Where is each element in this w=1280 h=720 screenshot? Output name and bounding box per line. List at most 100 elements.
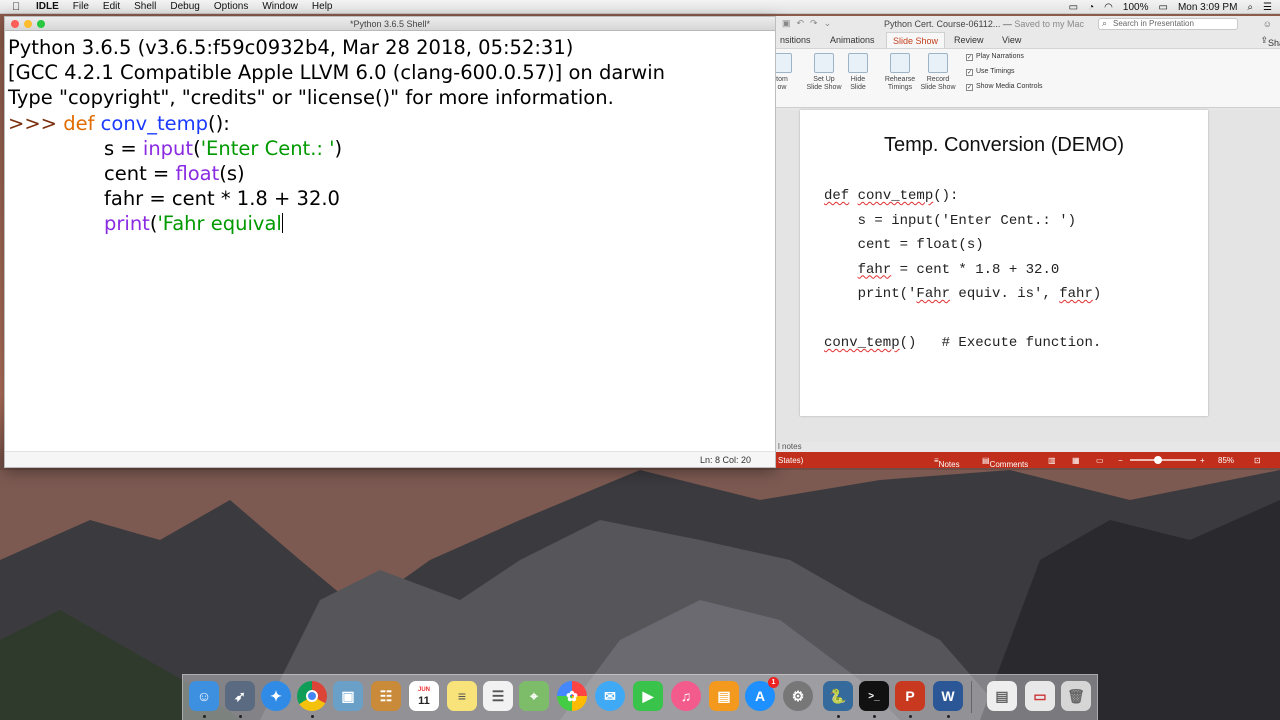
comments-toggle-button[interactable]: ▤ Comments (982, 456, 1028, 468)
preview-icon[interactable]: ▣ (333, 681, 363, 711)
button-label: Set Up (813, 76, 835, 83)
play-narrations-checkbox[interactable]: ✓ Play Narrations (966, 53, 1024, 61)
menu-help[interactable]: Help (312, 1, 333, 12)
reading-view-icon[interactable]: ▭ (1096, 456, 1104, 465)
menu-debug[interactable]: Debug (170, 1, 199, 12)
slide-sorter-icon[interactable]: ▦ (1072, 456, 1080, 465)
display-icon[interactable]: ▭ (1069, 2, 1078, 13)
slide-code-block[interactable]: def conv_temp(): s = input('Enter Cent.:… (824, 184, 1101, 356)
code-text: print(' (824, 286, 917, 302)
use-timings-checkbox[interactable]: ✓ Use Timings (966, 68, 1015, 76)
menu-options[interactable]: Options (214, 1, 248, 12)
zoom-icon[interactable] (37, 20, 45, 28)
python-idle-icon[interactable]: 🐍 (823, 681, 853, 711)
notification-center-icon[interactable]: ☰ (1263, 2, 1272, 13)
notes-app-icon[interactable]: ≡ (447, 681, 477, 711)
powerpoint-icon[interactable]: P (895, 681, 925, 711)
messages-icon[interactable]: ✉ (595, 681, 625, 711)
zoom-slider[interactable] (1130, 459, 1196, 461)
slide-canvas[interactable]: Temp. Conversion (DEMO) def conv_temp():… (800, 110, 1208, 416)
ibooks-icon[interactable]: ▤ (709, 681, 739, 711)
pdf-document-icon[interactable]: ▭ (1025, 681, 1055, 711)
contacts-icon[interactable]: ☷ (371, 681, 401, 711)
tab-view[interactable]: View (1002, 35, 1021, 45)
notes-toggle-button[interactable]: ≡ Notes (934, 456, 960, 468)
slide-code-line: s = input('Enter Cent.: ') (824, 209, 1101, 234)
chrome-icon[interactable] (297, 681, 327, 711)
spellcheck-word: fahr (1059, 286, 1093, 302)
hide-slide-button[interactable]: Hide Slide (838, 53, 878, 92)
shell-text-area[interactable]: Python 3.6.5 (v3.6.5:f59c0932b4, Mar 28 … (5, 32, 775, 452)
button-label: Slide Show (920, 84, 956, 91)
menu-file[interactable]: File (73, 1, 89, 12)
menu-idle[interactable]: IDLE (36, 1, 59, 12)
notes-label[interactable]: l notes (776, 442, 1280, 452)
checkbox-label: Show Media Controls (976, 83, 1043, 90)
slide-title[interactable]: Temp. Conversion (DEMO) (800, 134, 1208, 157)
itunes-icon[interactable]: ♫ (671, 681, 701, 711)
code-text: = cent * 1.8 + 32.0 (891, 261, 1060, 278)
zoom-out-icon[interactable]: − (1118, 456, 1123, 465)
finder-icon[interactable]: ☺ (189, 681, 219, 711)
zoom-slider-handle[interactable] (1154, 456, 1162, 464)
record-slide-show-button[interactable]: Record Slide Show (918, 53, 958, 92)
maps-icon[interactable]: ⌖ (519, 681, 549, 711)
share-button[interactable]: ⇪ Share (1260, 35, 1280, 48)
trash-icon[interactable]: 🗑 (1061, 681, 1091, 711)
shell-prompt: >>> (8, 111, 64, 135)
tab-transitions[interactable]: nsitions (780, 35, 811, 45)
update-badge: 1 (768, 677, 779, 688)
word-icon[interactable]: W (933, 681, 963, 711)
zoom-level[interactable]: 85% (1218, 456, 1234, 465)
idle-titlebar[interactable]: *Python 3.6.5 Shell* (5, 17, 775, 31)
menu-bar:  IDLE File Edit Shell Debug Options Win… (0, 0, 1280, 14)
fit-window-icon[interactable]: ⊡ (1254, 456, 1261, 465)
tab-review[interactable]: Review (954, 35, 984, 45)
menu-shell[interactable]: Shell (134, 1, 156, 12)
timemachine-icon[interactable]: ◔ (1088, 2, 1094, 13)
custom-show-button[interactable]: tom ow (776, 53, 802, 92)
code-text: ) (334, 136, 343, 160)
safari-icon[interactable]: ✦ (261, 681, 291, 711)
document-name: Python Cert. Course-06112... (884, 19, 1001, 29)
app-store-icon[interactable]: A1 (745, 677, 779, 711)
spotlight-icon[interactable]: ⌕ (1247, 2, 1253, 13)
clock[interactable]: Mon 3:09 PM (1178, 2, 1237, 13)
search-input[interactable]: Search in Presentation (1098, 18, 1238, 30)
apple-menu-icon[interactable]:  (12, 1, 24, 13)
system-preferences-icon[interactable]: ⚙ (783, 681, 813, 711)
stopwatch-icon (890, 53, 910, 73)
comments-toggle-label: Comments (989, 460, 1029, 468)
reminders-icon[interactable]: ☰ (483, 681, 513, 711)
launchpad-icon[interactable]: ➶ (225, 681, 255, 711)
keyword-def: def (63, 111, 95, 135)
code-line: print('Fahr equival (8, 211, 775, 236)
photos-icon[interactable]: ✿ (557, 681, 587, 711)
menu-edit[interactable]: Edit (103, 1, 120, 12)
ribbon-tabs: nsitions Animations Slide Show Review Vi… (776, 32, 1280, 48)
code-text: (s) (219, 161, 245, 185)
close-icon[interactable] (11, 20, 19, 28)
ppt-titlebar[interactable]: ▣↶↷⌄ Python Cert. Course-06112... — Save… (776, 16, 1280, 32)
battery-percent[interactable]: 100% (1123, 2, 1149, 13)
tab-animations[interactable]: Animations (830, 35, 875, 45)
calendar-icon[interactable]: JUN 11 (409, 681, 439, 711)
account-icon[interactable]: ☺ (1263, 19, 1272, 29)
normal-view-icon[interactable]: ▥ (1048, 456, 1056, 465)
show-media-controls-checkbox[interactable]: ✓ Show Media Controls (966, 83, 1043, 91)
facetime-icon[interactable]: ▶ (633, 681, 663, 711)
rehearse-timings-button[interactable]: Rehearse Timings (880, 53, 920, 92)
document-icon[interactable]: ▤ (987, 681, 1017, 711)
code-text: () # Execute function. (899, 335, 1102, 351)
quick-access-toolbar[interactable]: ▣↶↷⌄ (782, 18, 837, 29)
wifi-icon[interactable]: ◠ (1104, 2, 1113, 13)
notes-toggle-label: Notes (938, 460, 960, 468)
battery-icon[interactable]: ▭ (1158, 2, 1167, 13)
menu-window[interactable]: Window (262, 1, 298, 12)
code-line: s = input('Enter Cent.: ') (8, 136, 775, 161)
tab-slide-show[interactable]: Slide Show (886, 32, 946, 48)
minimize-icon[interactable] (24, 20, 32, 28)
zoom-in-icon[interactable]: + (1200, 456, 1205, 465)
terminal-icon[interactable]: >_ (859, 681, 889, 711)
